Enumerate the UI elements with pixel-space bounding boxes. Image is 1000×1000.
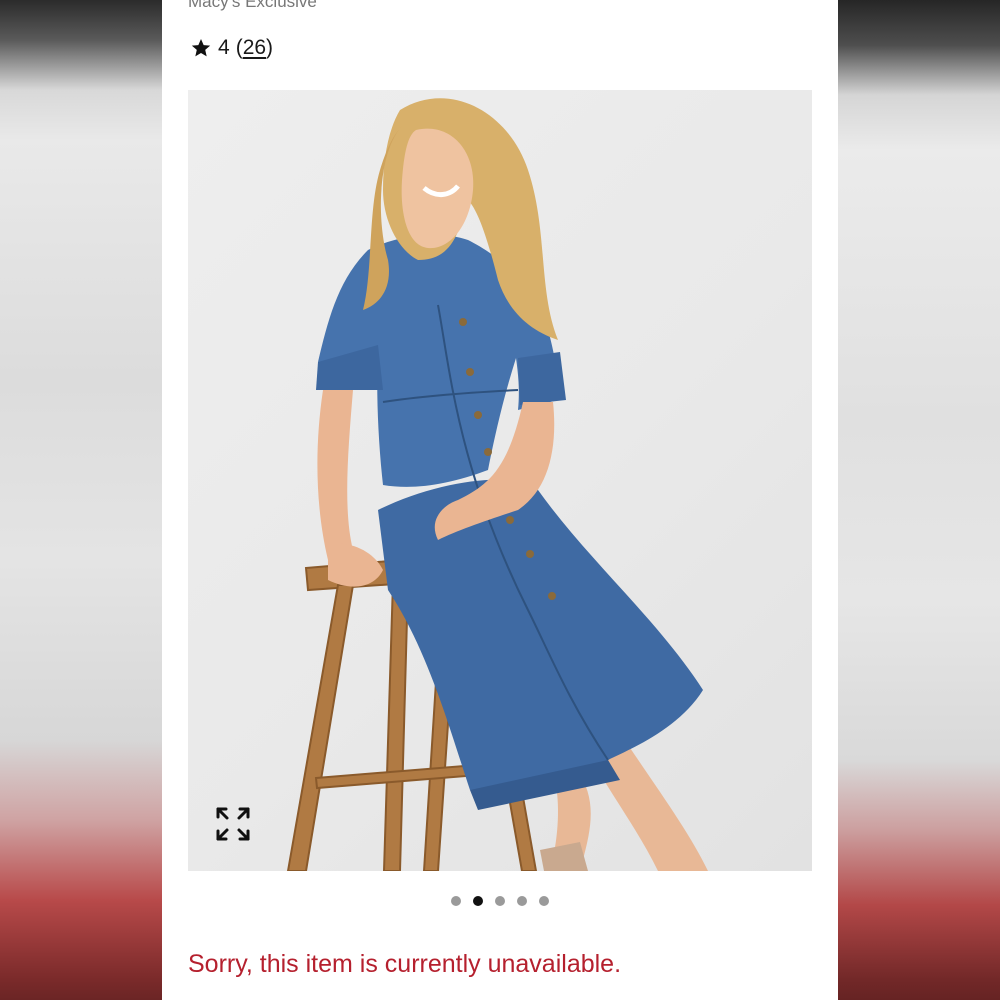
star-icon <box>191 39 211 57</box>
rating-value: 4 <box>218 36 230 59</box>
close-paren: ) <box>266 36 274 59</box>
unavailable-message: Sorry, this item is currently unavailabl… <box>188 950 622 978</box>
brand-line: Macy's Exclusive <box>188 0 317 11</box>
carousel-dot[interactable] <box>473 896 483 906</box>
product-rating: 4 (26) <box>190 34 273 62</box>
denim-dress <box>316 234 703 810</box>
shoe <box>540 842 588 871</box>
blurred-backdrop-right <box>838 0 1000 1000</box>
carousel-dot[interactable] <box>451 896 461 906</box>
expand-arrows-icon[interactable] <box>215 806 251 842</box>
product-photo-illustration <box>286 98 708 871</box>
carousel-dot[interactable] <box>517 896 527 906</box>
review-count-link[interactable]: 26 <box>243 36 266 60</box>
carousel-dot[interactable] <box>495 896 505 906</box>
product-image[interactable] <box>188 90 812 871</box>
open-paren: ( <box>235 36 243 59</box>
carousel-dots <box>162 896 838 906</box>
product-panel: Macy's Exclusive 4 (26) Sorry, this item… <box>162 0 838 1000</box>
carousel-dot[interactable] <box>539 896 549 906</box>
